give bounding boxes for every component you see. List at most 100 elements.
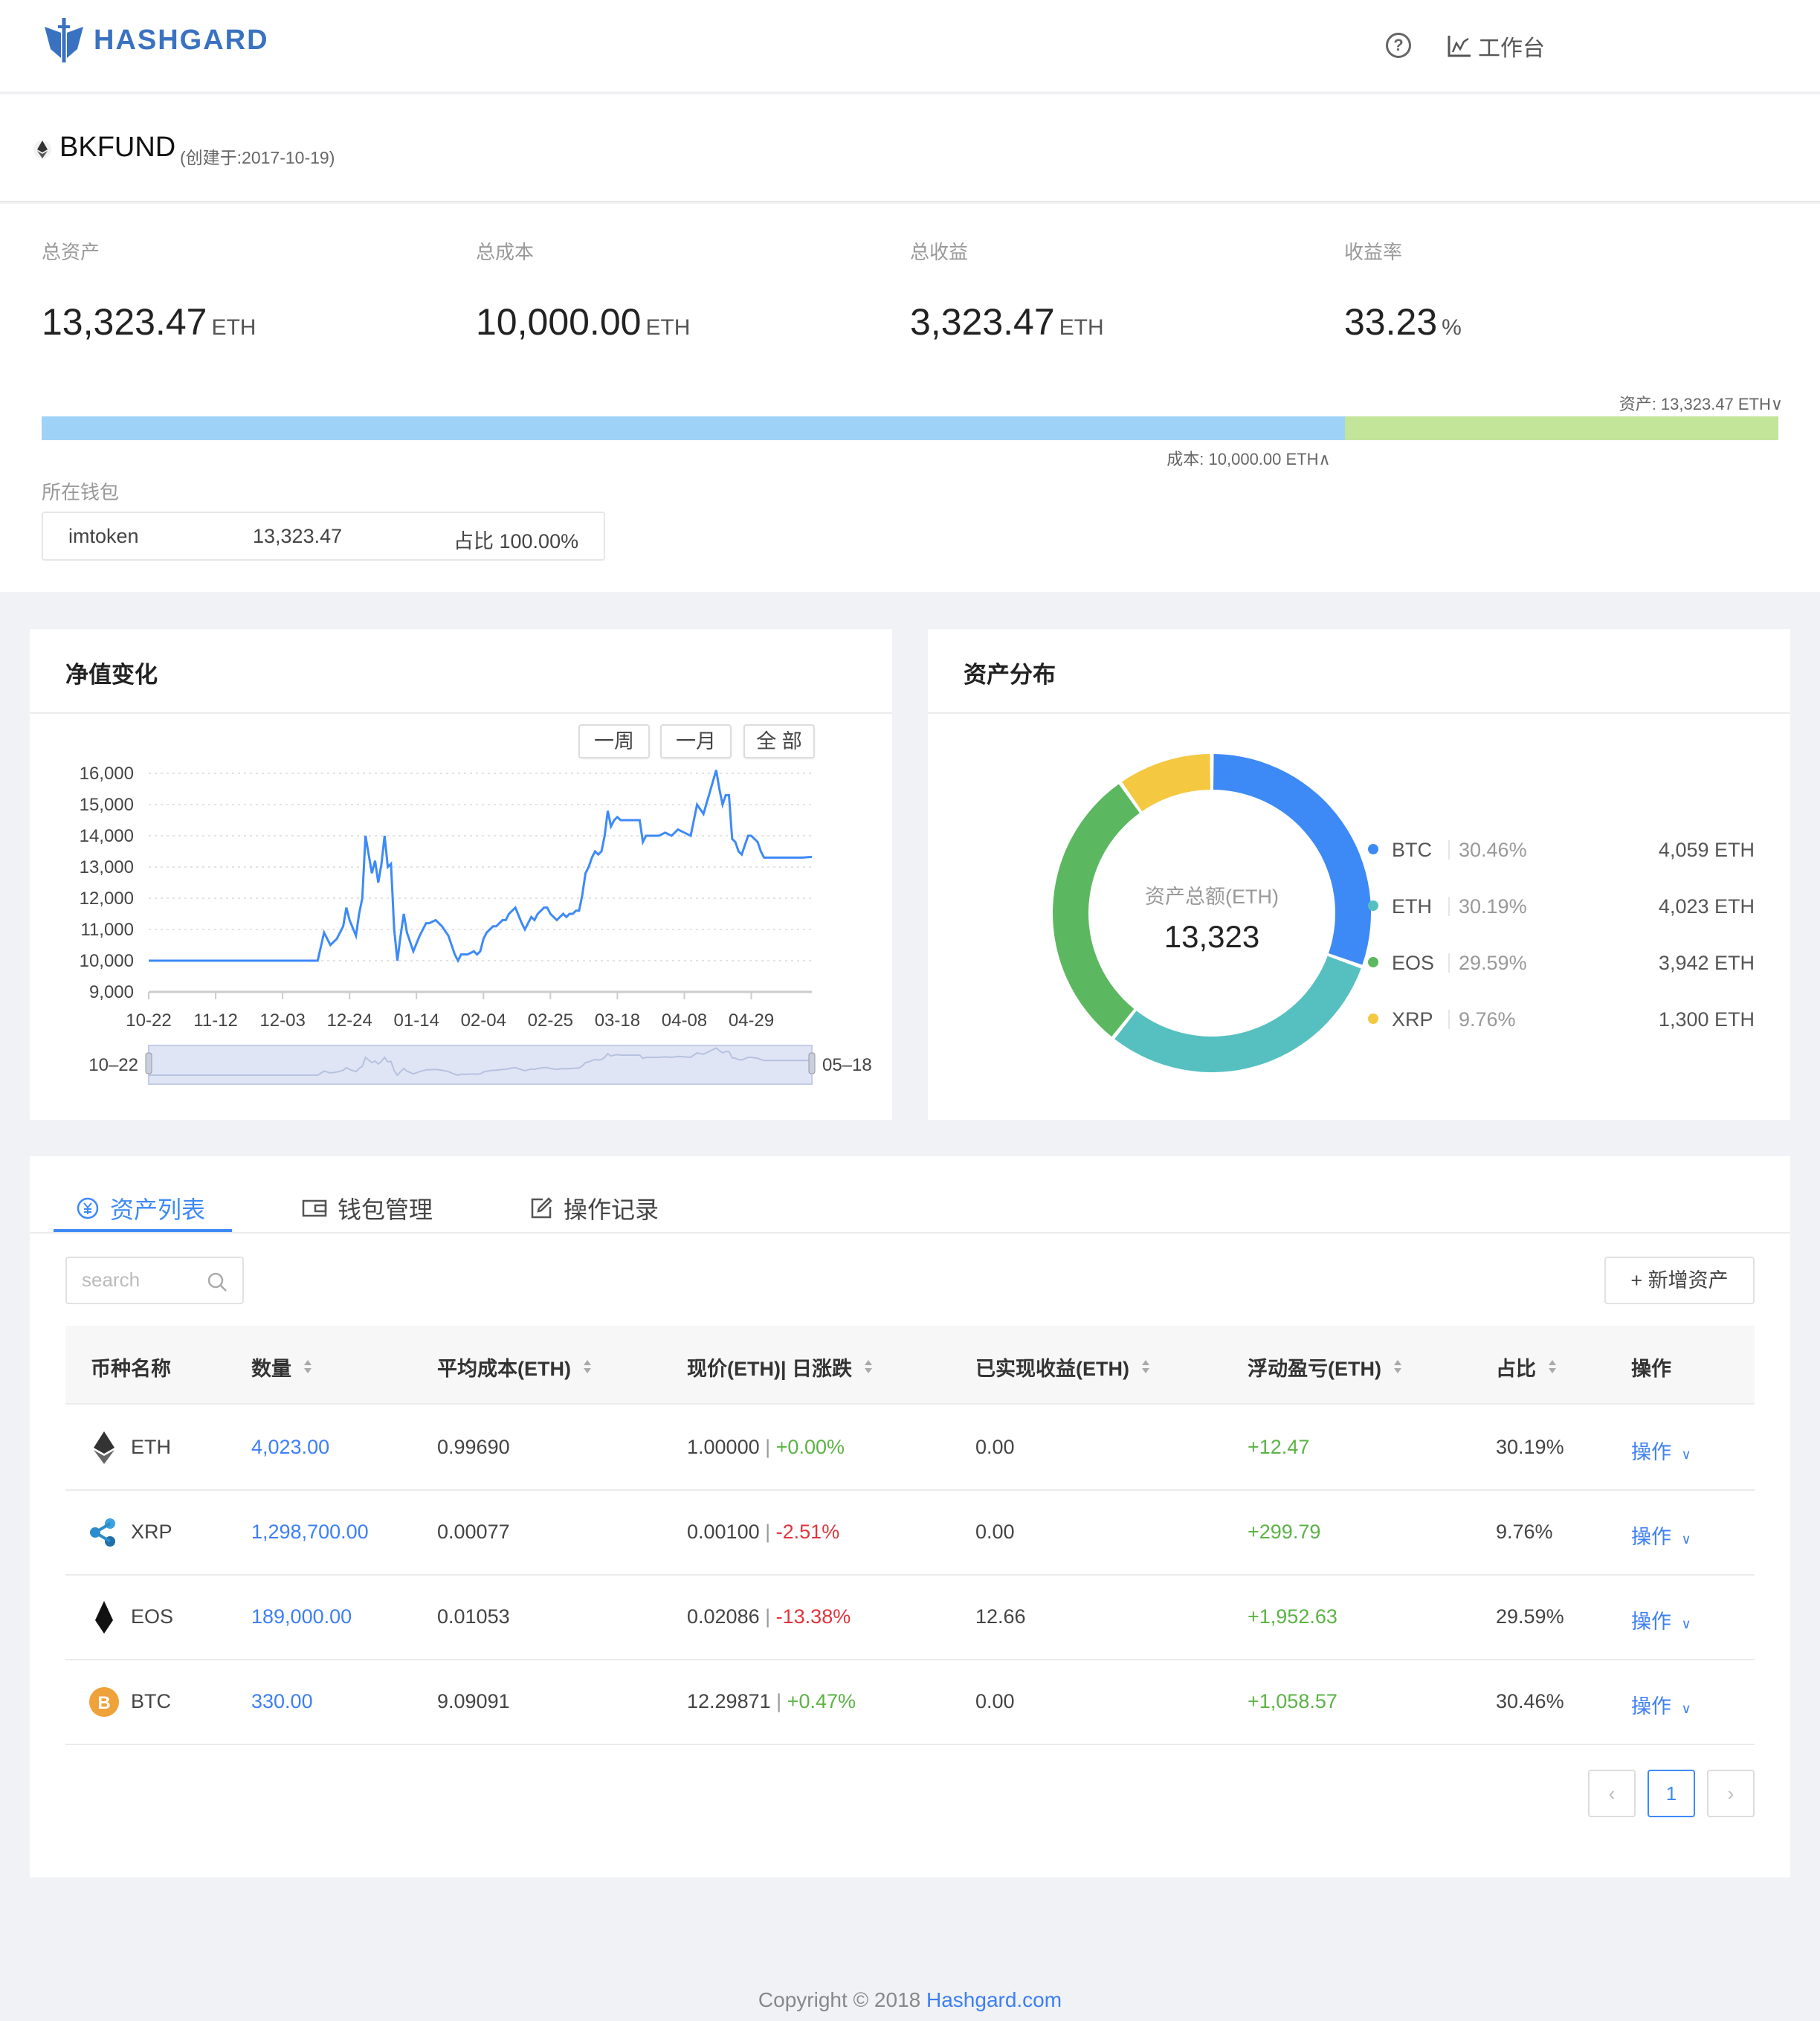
cell-coin: XRP [131,1521,172,1543]
tab-asset-list[interactable]: 资产列表 [76,1186,205,1231]
eos-icon [95,1601,113,1634]
row-action-dropdown[interactable]: 操作 ∨ [1631,1605,1691,1634]
range-slider-track [148,1045,813,1085]
hashgard-link[interactable]: Hashgard.com [926,1988,1062,2011]
sort-icon[interactable] [1548,1358,1557,1376]
cell-qty[interactable]: 4,023.00 [251,1436,329,1459]
yuan-circle-icon [77,1197,99,1219]
cell-qty[interactable]: 330.00 [251,1690,313,1713]
stat-label: 总收益 [910,241,969,263]
x-tick-label: 01-14 [394,1010,439,1031]
col-share[interactable]: 占比 [1496,1353,1557,1382]
tab-operation-log[interactable]: 操作记录 [529,1186,659,1231]
fund-created-date: (创建于:2017-10-19) [180,148,335,167]
y-tick-label: 12,000 [80,889,134,909]
row-action-dropdown[interactable]: 操作 ∨ [1631,1690,1691,1719]
table-row: B BTC 330.00 9.09091 0.00 +1,058.57 30.46% 12.2… [65,1660,1755,1745]
fund-title-row: BKFUND (创建于:2017-10-19) [0,94,1820,202]
stat-value: 33.23% [1344,301,1462,343]
cost-bar-fill [42,416,1346,440]
footer: Copyright © 2018 Hashgard.com [0,1988,1820,2012]
sort-icon[interactable] [583,1358,592,1376]
wallet-item[interactable]: imtoken 13,323.47 占比 100.00% [42,512,605,561]
logo[interactable]: HASHGARD [42,16,269,64]
nav-series-line [149,770,813,964]
cell-avg-cost: 0.99690 [437,1436,510,1458]
stat-value: 10,000.00 ETH [476,301,691,343]
col-avg-cost[interactable]: 平均成本(ETH) [437,1353,592,1382]
wallet-section-title: 所在钱包 [42,481,120,503]
search-icon[interactable] [207,1271,228,1292]
stat-total-assets: 总资产 13,323.47 ETH [42,237,256,344]
x-tick-label: 03-18 [595,1010,640,1031]
workbench-link[interactable]: 工作台 [1447,30,1545,62]
cell-price-change: 0.02086 | -13.38% [687,1605,851,1628]
wallet-name: imtoken [68,525,139,547]
cell-qty[interactable]: 189,000.00 [251,1605,352,1628]
sort-icon[interactable] [864,1358,873,1376]
fund-name: BKFUND [59,132,176,163]
legend-separator [1448,953,1450,973]
search-box[interactable] [65,1257,244,1304]
legend-item-xrp[interactable]: XRP 9.76% 1,300 ETH [1368,1004,1755,1034]
brand-name: HASHGARD [94,24,269,56]
x-tick-label: 10-22 [126,1010,171,1031]
col-floating[interactable]: 浮动盈亏(ETH) [1248,1353,1402,1382]
legend-percent: 9.76% [1459,1008,1516,1031]
legend-item-btc[interactable]: BTC 30.46% 4,059 ETH [1368,834,1755,864]
col-realized[interactable]: 已实现收益(ETH) [975,1353,1150,1382]
y-tick-label: 15,000 [80,795,134,815]
col-qty[interactable]: 数量 [251,1353,312,1382]
ethereum-icon [33,141,51,158]
allocation-card: 资产分布 资产总额(ETH) 13,323 BTC 30.46% 4,059 E… [928,629,1790,1120]
question-circle-icon[interactable]: ? [1386,33,1411,58]
cell-floating: +1,058.57 [1248,1690,1337,1712]
cell-coin: BTC [131,1690,171,1712]
cell-coin: ETH [131,1436,171,1458]
cell-price-change: 1.00000 | +0.00% [687,1436,845,1458]
edit-icon [531,1197,552,1219]
x-tick-label: 02-25 [528,1010,573,1031]
x-tick-label: 12-03 [259,1010,305,1031]
pagination-prev[interactable]: ‹ [1588,1770,1636,1817]
legend-name: BTC [1392,839,1432,861]
nav-line-chart: 16,000 15,000 14,000 13,000 12,000 11,000 10,0… [80,764,872,1085]
x-tick-label: 02-04 [461,1010,506,1031]
cell-qty[interactable]: 1,298,700.00 [251,1521,369,1544]
nav-chart-card: 净值变化 一周 一月 全 部 16,000 15,000 14,000 13,000 1… [30,629,892,1120]
chevron-down-icon: ∨ [1681,1617,1691,1631]
cell-floating: +1,952.63 [1248,1605,1337,1628]
cost-vs-asset-bar [42,416,1778,440]
ripple-icon [90,1518,115,1547]
table-row: ETH 4,023.00 0.99690 0.00 +12.47 30.19% 1.0000… [65,1406,1755,1491]
cell-share: 29.59% [1496,1605,1564,1628]
sort-icon[interactable] [1393,1358,1402,1376]
row-action-dropdown[interactable]: 操作 ∨ [1631,1521,1691,1550]
donut-slice-eos[interactable] [1053,784,1140,1037]
workbench-label: 工作台 [1478,36,1545,61]
legend-percent: 30.46% [1459,839,1527,861]
add-asset-button[interactable]: + 新增资产 [1604,1257,1755,1304]
asset-total-marker: 资产: 13,323.47 ETH∨ [1619,395,1783,413]
pagination-next[interactable]: › [1707,1770,1755,1817]
pagination-page-1[interactable]: 1 [1648,1770,1695,1817]
cell-coin: EOS [131,1605,174,1628]
x-tick-label: 11-12 [193,1010,238,1031]
cell-realized: 12.66 [975,1605,1026,1628]
legend-item-eos[interactable]: EOS 29.59% 3,942 ETH [1368,947,1755,977]
row-action-dropdown[interactable]: 操作 ∨ [1631,1436,1691,1465]
slider-handle-right [808,1052,816,1074]
sort-icon[interactable] [303,1358,312,1376]
legend-item-eth[interactable]: ETH 30.19% 4,023 ETH [1368,891,1755,921]
tab-wallet-manage[interactable]: 钱包管理 [302,1186,433,1231]
sort-icon[interactable] [1141,1358,1150,1376]
col-price-change[interactable]: 现价(ETH)| 日涨跌 [687,1353,873,1382]
legend-name: XRP [1392,1008,1433,1031]
legend-dot [1368,1013,1378,1024]
donut-slice-eth[interactable] [1114,955,1361,1072]
search-input[interactable] [82,1269,201,1292]
table-row: XRP 1,298,700.00 0.00077 0.00 +299.79 9.76% 0.… [65,1491,1755,1576]
donut-slice-xrp[interactable] [1121,754,1211,812]
bitcoin-icon: B [89,1687,119,1717]
legend-value: 4,023 ETH [1658,895,1755,918]
